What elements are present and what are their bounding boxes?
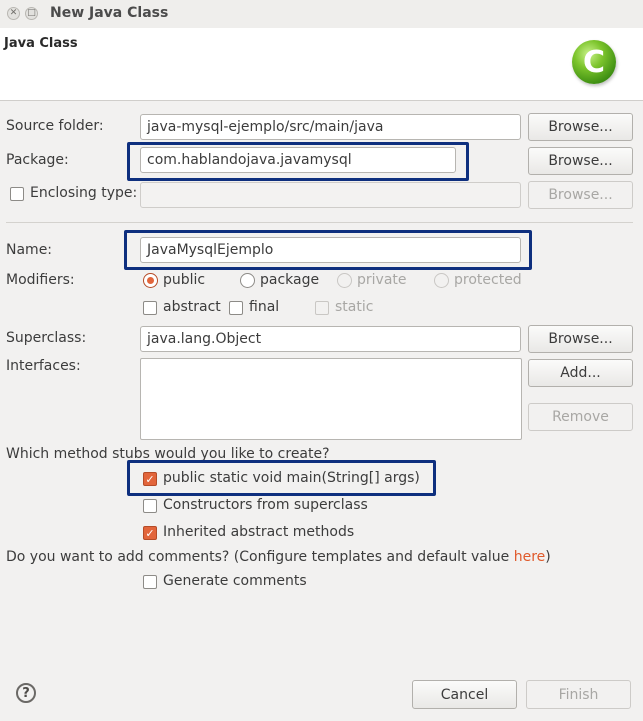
- package-label: Package:: [6, 152, 69, 168]
- modifier-package-radio[interactable]: [240, 273, 255, 288]
- help-icon[interactable]: ?: [16, 683, 36, 703]
- source-folder-field[interactable]: java-mysql-ejemplo/src/main/java: [140, 114, 521, 140]
- source-folder-label: Source folder:: [6, 118, 104, 134]
- superclass-field[interactable]: java.lang.Object: [140, 326, 521, 352]
- modifier-public-label: public: [163, 272, 206, 288]
- modifiers-label: Modifiers:: [6, 272, 75, 288]
- close-icon: ✕: [9, 8, 18, 18]
- title-bar: ✕ □ New Java Class: [0, 0, 643, 28]
- modifier-final-checkbox[interactable]: [229, 301, 243, 315]
- modifier-private-label: private: [357, 272, 407, 288]
- wizard-page-title: Java Class: [4, 36, 78, 51]
- interfaces-list[interactable]: [140, 358, 522, 440]
- comments-question: Do you want to add comments? (Configure …: [6, 549, 551, 565]
- java-class-icon: C: [572, 40, 616, 84]
- modifier-protected-radio: [434, 273, 449, 288]
- superclass-label: Superclass:: [6, 330, 87, 346]
- remove-interface-button: Remove: [528, 403, 633, 431]
- java-class-icon-letter: C: [582, 44, 606, 80]
- generate-comments-label: Generate comments: [163, 573, 307, 589]
- modifier-public-radio[interactable]: [143, 273, 158, 288]
- main-method-label: public static void main(String[] args): [163, 470, 420, 486]
- checkmark-icon: ✓: [145, 472, 155, 486]
- separator: [6, 222, 633, 223]
- configure-templates-link[interactable]: here: [514, 549, 546, 565]
- add-interface-button[interactable]: Add...: [528, 359, 633, 387]
- enclosing-type-checkbox[interactable]: [10, 187, 24, 201]
- modifier-protected-label: protected: [454, 272, 522, 288]
- main-method-checkbox[interactable]: ✓: [143, 472, 157, 486]
- constructors-label: Constructors from superclass: [163, 497, 368, 513]
- checkmark-icon: ✓: [145, 526, 155, 540]
- comments-question-text: Do you want to add comments? (Configure …: [6, 549, 514, 565]
- modifier-final-label: final: [249, 299, 280, 315]
- enclosing-type-browse-button: Browse...: [528, 181, 633, 209]
- modifier-static-label: static: [335, 299, 374, 315]
- modifier-abstract-checkbox[interactable]: [143, 301, 157, 315]
- finish-button: Finish: [526, 680, 631, 709]
- superclass-browse-button[interactable]: Browse...: [528, 325, 633, 353]
- modifier-private-radio: [337, 273, 352, 288]
- inherited-abstract-label: Inherited abstract methods: [163, 524, 355, 540]
- package-field[interactable]: com.hablandojava.javamysql: [140, 147, 456, 173]
- modifier-package-label: package: [260, 272, 320, 288]
- window-title: New Java Class: [50, 5, 169, 21]
- constructors-checkbox[interactable]: [143, 499, 157, 513]
- modifier-abstract-label: abstract: [163, 299, 221, 315]
- help-glyph: ?: [22, 685, 30, 701]
- generate-comments-checkbox[interactable]: [143, 575, 157, 589]
- cancel-button[interactable]: Cancel: [412, 680, 517, 709]
- maximize-window-button[interactable]: □: [25, 7, 38, 20]
- interfaces-label: Interfaces:: [6, 358, 81, 374]
- close-window-button[interactable]: ✕: [7, 7, 20, 20]
- wizard-banner: [0, 28, 643, 101]
- enclosing-type-field: [140, 182, 521, 208]
- inherited-abstract-checkbox[interactable]: ✓: [143, 526, 157, 540]
- package-browse-button[interactable]: Browse...: [528, 147, 633, 175]
- enclosing-type-label: Enclosing type:: [30, 185, 138, 201]
- source-folder-browse-button[interactable]: Browse...: [528, 113, 633, 141]
- comments-question-suffix: ): [545, 549, 551, 565]
- name-label: Name:: [6, 242, 53, 258]
- name-field[interactable]: JavaMysqlEjemplo: [140, 237, 521, 263]
- modifier-static-checkbox: [315, 301, 329, 315]
- maximize-icon: □: [27, 8, 36, 18]
